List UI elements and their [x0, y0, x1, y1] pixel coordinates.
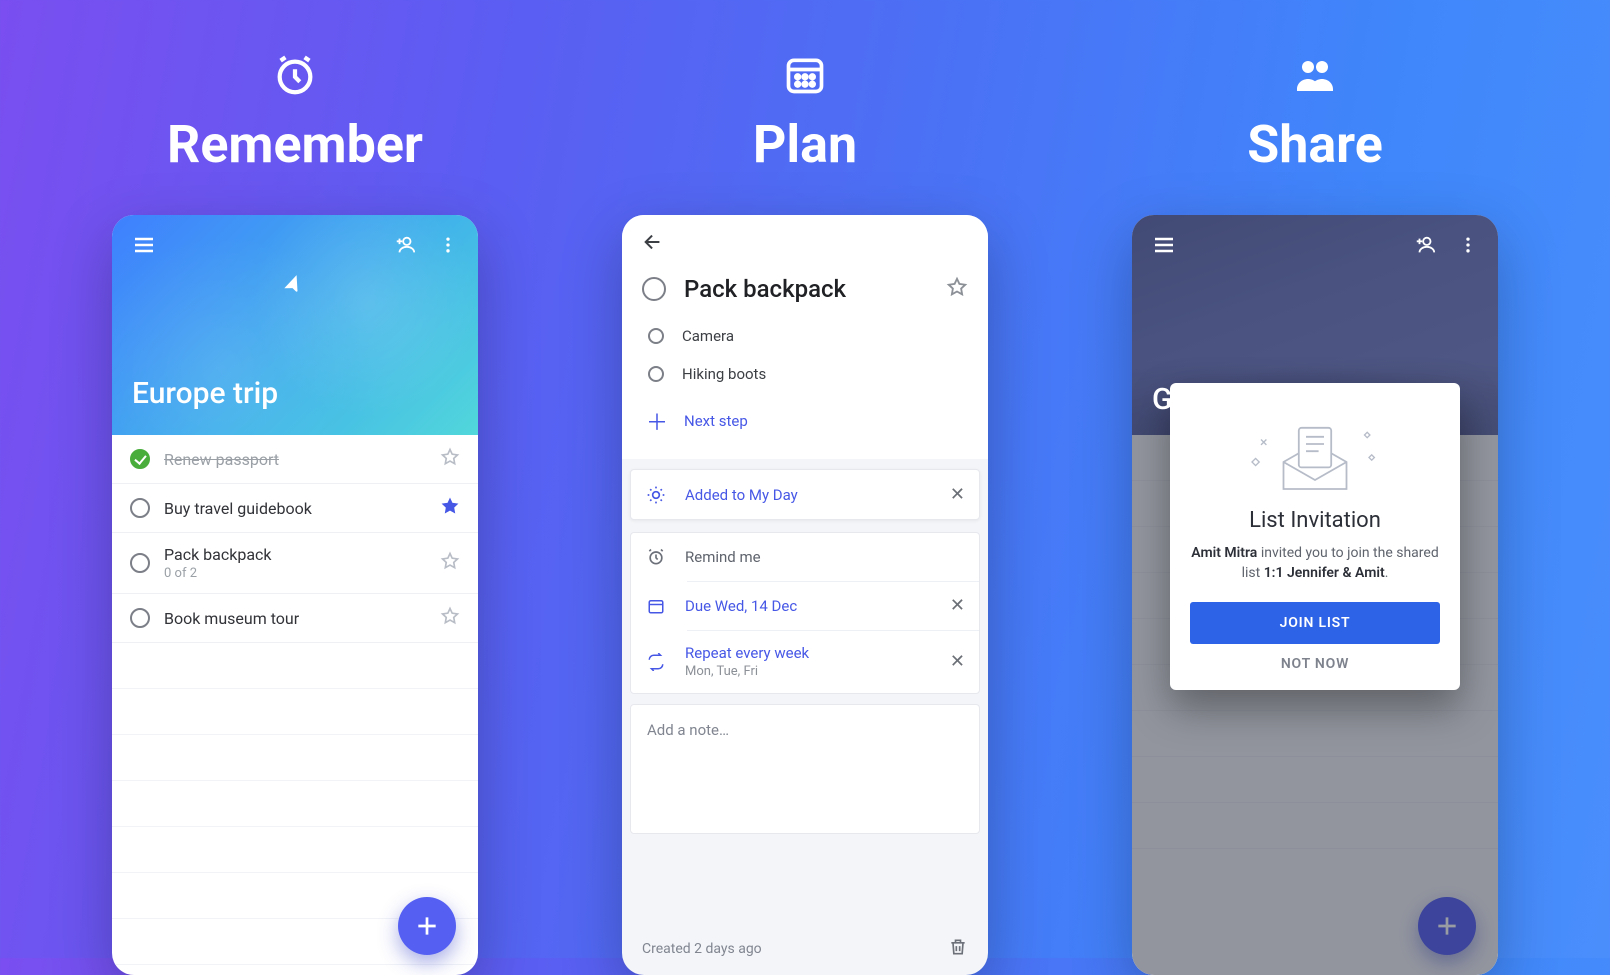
hamburger-icon[interactable]	[1152, 233, 1176, 257]
star-icon[interactable]	[440, 606, 460, 630]
repeat-icon	[645, 653, 667, 671]
due-label: Due Wed, 14 Dec	[685, 597, 932, 615]
remind-row[interactable]: Remind me	[631, 533, 979, 581]
column-title-share: Share	[1247, 114, 1383, 175]
task-row[interactable]: Pack backpack 0 of 2	[112, 533, 478, 594]
task-list: Renew passport Buy travel guidebook Pack…	[112, 435, 478, 965]
star-icon[interactable]	[440, 551, 460, 575]
task-detail-title: Pack backpack	[684, 275, 928, 303]
hamburger-icon[interactable]	[132, 233, 156, 257]
task-title: Renew passport	[164, 450, 426, 469]
phone-share: G	[1132, 215, 1498, 975]
note-input[interactable]: Add a note…	[630, 704, 980, 834]
phone-remember: Europe trip Renew passport Buy travel gu…	[112, 215, 478, 975]
checkbox-icon[interactable]	[648, 366, 664, 382]
subtask-label: Camera	[682, 327, 734, 345]
back-button[interactable]	[642, 231, 968, 257]
task-progress: 0 of 2	[164, 566, 426, 581]
my-day-label: Added to My Day	[685, 486, 932, 504]
close-icon[interactable]: ✕	[950, 484, 965, 505]
task-title: Book museum tour	[164, 609, 426, 628]
note-placeholder: Add a note…	[647, 721, 729, 739]
modal-text: Amit Mitra invited you to join the share…	[1190, 543, 1440, 584]
repeat-label: Repeat every week	[685, 644, 932, 662]
invitation-modal: List Invitation Amit Mitra invited you t…	[1170, 383, 1460, 690]
task-title: Pack backpack	[164, 545, 426, 564]
list-title-peek: G	[1152, 382, 1478, 417]
checkbox-icon[interactable]	[130, 498, 150, 518]
envelope-illustration-icon	[1190, 405, 1440, 500]
due-row[interactable]: Due Wed, 14 Dec ✕	[631, 581, 979, 630]
repeat-row[interactable]: Repeat every week Mon, Tue, Fri ✕	[631, 630, 979, 693]
not-now-button[interactable]: NOT NOW	[1190, 656, 1440, 672]
add-task-button[interactable]	[398, 897, 456, 955]
remind-label: Remind me	[685, 548, 965, 566]
join-list-button[interactable]: JOIN LIST	[1190, 602, 1440, 644]
task-row[interactable]: Buy travel guidebook	[112, 484, 478, 533]
calendar-small-icon	[645, 597, 667, 615]
checkbox-checked-icon[interactable]	[130, 449, 150, 469]
calendar-icon	[783, 50, 827, 100]
repeat-sub: Mon, Tue, Fri	[685, 664, 932, 679]
task-row[interactable]: Renew passport	[112, 435, 478, 484]
close-icon[interactable]: ✕	[950, 651, 965, 672]
list-title: Europe trip	[132, 376, 458, 417]
star-icon[interactable]	[946, 276, 968, 302]
column-title-remember: Remember	[167, 114, 423, 175]
subtask-row[interactable]: Camera	[642, 317, 968, 355]
my-day-row[interactable]: Added to My Day ✕	[631, 470, 979, 519]
trash-icon[interactable]	[948, 937, 968, 961]
airplane-icon	[278, 270, 306, 300]
phone-plan: Pack backpack Camera Hiking boots ＋ Next…	[622, 215, 988, 975]
checkbox-icon[interactable]	[648, 328, 664, 344]
kebab-icon[interactable]	[1458, 235, 1478, 255]
task-checkbox-icon[interactable]	[642, 277, 666, 301]
people-icon	[1291, 50, 1339, 100]
created-label: Created 2 days ago	[642, 941, 762, 957]
kebab-icon[interactable]	[438, 235, 458, 255]
add-person-icon[interactable]	[1414, 234, 1436, 256]
add-person-icon[interactable]	[394, 234, 416, 256]
sun-icon	[645, 485, 667, 505]
close-icon[interactable]: ✕	[950, 595, 965, 616]
subtask-row[interactable]: Hiking boots	[642, 355, 968, 393]
add-step-button[interactable]: ＋ Next step	[642, 393, 968, 451]
task-row[interactable]: Book museum tour	[112, 594, 478, 643]
task-title: Buy travel guidebook	[164, 499, 426, 518]
modal-title: List Invitation	[1190, 508, 1440, 533]
checkbox-icon[interactable]	[130, 553, 150, 573]
star-icon[interactable]	[440, 496, 460, 520]
column-title-plan: Plan	[753, 114, 857, 175]
alarm-icon	[272, 50, 318, 100]
plus-icon: ＋	[646, 405, 666, 437]
checkbox-icon[interactable]	[130, 608, 150, 628]
star-icon[interactable]	[440, 447, 460, 471]
add-step-label: Next step	[684, 412, 748, 430]
bell-icon	[645, 547, 667, 567]
subtask-label: Hiking boots	[682, 365, 766, 383]
